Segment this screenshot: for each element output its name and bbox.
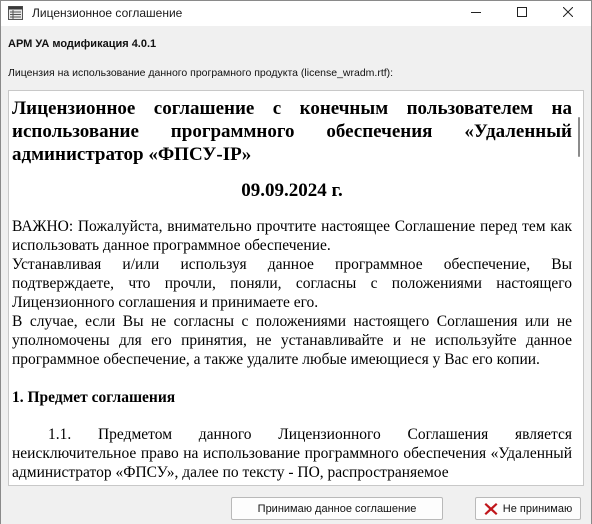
license-dialog-window: Лицензионное соглашение АРМ УА модификац…: [0, 0, 592, 524]
window-title: Лицензионное соглашение: [32, 6, 183, 20]
scrollbar-thumb[interactable]: [578, 117, 580, 157]
red-x-icon: [484, 502, 498, 516]
app-version-heading: АРМ УА модификация 4.0.1: [8, 38, 157, 50]
close-button[interactable]: [545, 1, 591, 26]
decline-button[interactable]: Не принимаю: [475, 497, 581, 520]
app-window-icon: [8, 6, 23, 20]
minimize-button[interactable]: [453, 1, 499, 26]
document-title: Лицензионное соглашение с конечным польз…: [12, 98, 572, 165]
document-date: 09.09.2024 г.: [241, 180, 343, 201]
button-bar: Принимаю данное соглашение Не принимаю: [1, 487, 591, 524]
paragraph-important: ВАЖНО: Пожалуйста, внимательно прочтите …: [12, 218, 572, 254]
paragraph-acceptance: Устанавливая и/или используя данное прог…: [12, 256, 572, 311]
section-heading: 1. Предмет соглашения: [12, 389, 176, 406]
paragraph-disagreement: В случае, если Вы не согласны с положени…: [12, 313, 572, 368]
license-file-caption: Лицензия на использование данного програ…: [8, 67, 394, 79]
section-paragraph: 1.1. Предметом данного Лицензионного Сог…: [12, 426, 572, 481]
license-text-area[interactable]: Лицензионное соглашение с конечным польз…: [8, 90, 584, 486]
accept-button-label: Принимаю данное соглашение: [257, 502, 417, 515]
close-icon: [562, 6, 574, 20]
license-document: Лицензионное соглашение с конечным польз…: [12, 97, 572, 482]
accept-button[interactable]: Принимаю данное соглашение: [231, 497, 443, 520]
maximize-icon: [517, 7, 527, 20]
decline-button-label: Не принимаю: [502, 502, 573, 515]
title-bar: Лицензионное соглашение: [1, 1, 591, 26]
vertical-scrollbar[interactable]: [575, 93, 581, 483]
maximize-button[interactable]: [499, 1, 545, 26]
minimize-icon: [471, 7, 481, 20]
